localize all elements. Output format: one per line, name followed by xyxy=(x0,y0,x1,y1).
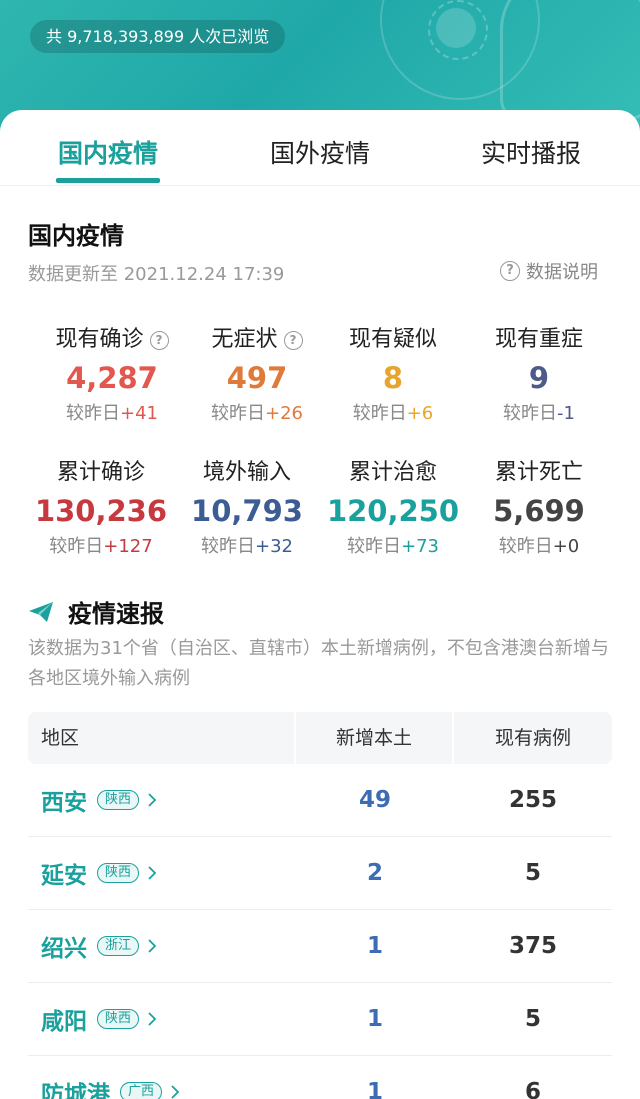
stat-label: 累计确诊 xyxy=(56,460,145,485)
stat-delta-prefix: 较昨日 xyxy=(498,536,553,557)
paper-plane-icon xyxy=(29,601,53,622)
data-explanation-label: 数据说明 xyxy=(526,262,598,283)
city-name: 延安 xyxy=(41,863,87,889)
main-card: 国内疫情 国外疫情 实时播报 国内疫情 数据更新至 2021.12.24 17:… xyxy=(0,110,640,1099)
table-row[interactable]: 西安 陕西 49 255 xyxy=(28,764,612,837)
chevron-right-icon xyxy=(148,866,157,880)
question-circle-icon[interactable]: ? xyxy=(149,331,169,350)
city-name: 西安 xyxy=(41,790,87,816)
column-header-current: 现有病例 xyxy=(494,727,571,749)
table-row[interactable]: 绍兴 浙江 1 375 xyxy=(28,910,612,983)
stat-label: 现有确诊 xyxy=(55,327,144,352)
new-local-count: 2 xyxy=(366,860,383,886)
stat-label: 累计治愈 xyxy=(348,460,437,485)
stat-value: 5,699 xyxy=(493,494,585,528)
stat-label: 现有疑似 xyxy=(348,327,437,352)
stat-delta: +26 xyxy=(265,403,303,424)
stat-value: 8 xyxy=(382,361,404,395)
stat-delta-prefix: 较昨日 xyxy=(66,403,120,424)
virus-illustration xyxy=(428,0,488,60)
stat-suspected: 现有疑似 8 较昨日+6 xyxy=(313,324,473,428)
new-local-count: 1 xyxy=(366,933,383,959)
tab-bar: 国内疫情 国外疫情 实时播报 xyxy=(0,110,640,186)
stat-deaths: 累计死亡 5,699 较昨日+0 xyxy=(459,457,619,561)
stat-delta-prefix: 较昨日 xyxy=(49,536,104,557)
new-local-count: 1 xyxy=(366,1006,383,1032)
news-description: 该数据为31个省（自治区、直辖市）本土新增病例，不包含港澳台新增与各地区境外输入… xyxy=(28,638,609,689)
current-count: 6 xyxy=(524,1079,541,1099)
stat-value: 120,250 xyxy=(326,494,460,528)
tab-international[interactable]: 国外疫情 xyxy=(268,134,372,174)
stat-current-confirmed: 现有确诊? 4,287 较昨日+41 xyxy=(32,324,192,428)
chevron-right-icon xyxy=(171,1085,180,1099)
stat-recovered: 累计治愈 120,250 较昨日+73 xyxy=(313,457,473,561)
city-name: 防城港 xyxy=(41,1082,110,1099)
column-header-region: 地区 xyxy=(28,712,296,764)
stat-severe: 现有重症 9 较昨日-1 xyxy=(459,324,619,428)
chevron-right-icon xyxy=(148,1012,157,1026)
news-header: 疫情速报 xyxy=(28,594,164,629)
stat-delta-prefix: 较昨日 xyxy=(347,536,401,557)
stat-delta-prefix: 较昨日 xyxy=(503,403,558,424)
current-count: 5 xyxy=(524,1006,541,1032)
news-title: 疫情速报 xyxy=(68,600,164,628)
stat-label: 境外输入 xyxy=(202,460,291,485)
stat-value: 130,236 xyxy=(34,494,168,528)
stat-label: 现有重症 xyxy=(494,327,583,352)
table-header: 地区 新增本土 现有病例 xyxy=(28,712,612,764)
chevron-right-icon xyxy=(148,793,157,807)
lung-illustration xyxy=(500,0,640,120)
current-count: 255 xyxy=(508,787,557,813)
data-explanation-link[interactable]: ? 数据说明 xyxy=(500,258,598,284)
tab-live-broadcast[interactable]: 实时播报 xyxy=(478,134,584,174)
current-count: 375 xyxy=(508,933,557,959)
province-badge: 浙江 xyxy=(97,936,140,956)
question-circle-icon: ? xyxy=(500,261,520,281)
question-circle-icon[interactable]: ? xyxy=(283,331,303,350)
stat-delta: +127 xyxy=(103,536,153,557)
table-row[interactable]: 延安 陕西 2 5 xyxy=(28,837,612,910)
section-title: 国内疫情 xyxy=(28,222,124,250)
city-name: 咸阳 xyxy=(41,1009,87,1035)
stat-delta: +6 xyxy=(406,403,434,424)
stat-delta: +41 xyxy=(120,403,158,424)
stat-delta-prefix: 较昨日 xyxy=(211,403,265,424)
tab-domestic[interactable]: 国内疫情 xyxy=(56,134,160,174)
province-badge: 陕西 xyxy=(97,1009,140,1029)
stat-delta: +32 xyxy=(255,536,293,557)
stat-delta: +73 xyxy=(401,536,439,557)
stat-delta-prefix: 较昨日 xyxy=(352,403,407,424)
stat-delta-prefix: 较昨日 xyxy=(201,536,255,557)
chevron-right-icon xyxy=(148,939,157,953)
new-local-count: 1 xyxy=(366,1079,383,1099)
stats-row-cumulative: 累计确诊 130,236 较昨日+127 境外输入 10,793 较昨日+32 … xyxy=(0,457,640,587)
province-badge: 广西 xyxy=(120,1082,163,1099)
province-badge: 陕西 xyxy=(97,863,140,883)
column-header-new-local: 新增本土 xyxy=(296,712,454,764)
tab-active-indicator xyxy=(56,178,160,183)
stat-value: 10,793 xyxy=(191,494,303,528)
new-local-count: 49 xyxy=(358,787,391,813)
city-name: 绍兴 xyxy=(41,936,87,962)
table-row[interactable]: 咸阳 陕西 1 5 xyxy=(28,983,612,1056)
stat-value: 9 xyxy=(528,361,550,395)
stat-total-confirmed: 累计确诊 130,236 较昨日+127 xyxy=(21,457,181,561)
view-count-badge: 共 9,718,393,899 人次已浏览 xyxy=(30,20,286,53)
region-table: 地区 新增本土 现有病例 西安 陕西 49 255 延安 陕西 2 5 绍兴 浙… xyxy=(28,712,612,1099)
stat-delta: +0 xyxy=(552,536,580,557)
current-count: 5 xyxy=(524,860,541,886)
table-row[interactable]: 防城港 广西 1 6 xyxy=(28,1056,612,1099)
stat-delta: -1 xyxy=(557,403,575,424)
stat-imported: 境外输入 10,793 较昨日+32 xyxy=(167,457,327,561)
stats-row-current: 现有确诊? 4,287 较昨日+41 无症状? 497 较昨日+26 现有疑似 … xyxy=(0,324,640,454)
stat-label: 无症状 xyxy=(211,327,278,352)
stat-value: 4,287 xyxy=(66,361,158,395)
province-badge: 陕西 xyxy=(97,790,140,810)
update-time: 数据更新至 2021.12.24 17:39 xyxy=(28,264,285,285)
stat-label: 累计死亡 xyxy=(494,460,583,485)
